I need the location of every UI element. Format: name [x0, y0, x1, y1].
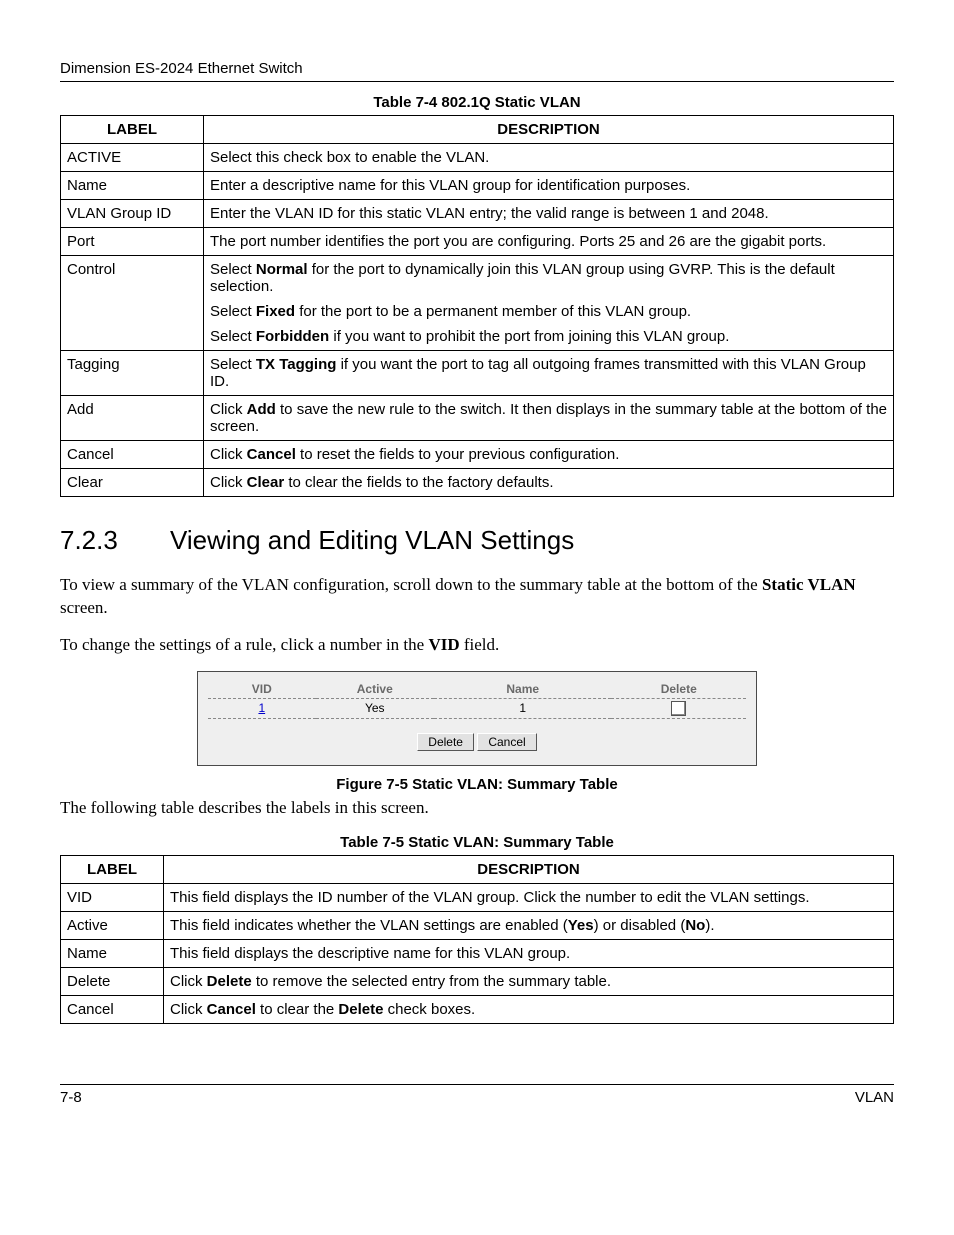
delete-button[interactable]: Delete: [417, 733, 474, 751]
label-cell: Clear: [61, 469, 204, 497]
label-cell: Add: [61, 396, 204, 441]
sum-col-delete: Delete: [611, 680, 746, 699]
footer-section: VLAN: [855, 1089, 894, 1106]
table-row: DeleteClick Delete to remove the selecte…: [61, 968, 894, 996]
table-row: ControlSelect Normal for the port to dyn…: [61, 256, 894, 351]
table-row: VIDThis field displays the ID number of …: [61, 884, 894, 912]
table-row: CancelClick Cancel to reset the fields t…: [61, 441, 894, 469]
description-cell: Select TX Tagging if you want the port t…: [204, 351, 894, 396]
table-7-4-caption: Table 7-4 802.1Q Static VLAN: [60, 94, 894, 111]
active-cell: Yes: [316, 698, 434, 718]
table-row: VLAN Group IDEnter the VLAN ID for this …: [61, 200, 894, 228]
table-row: AddClick Add to save the new rule to the…: [61, 396, 894, 441]
page-number: 7-8: [60, 1089, 82, 1106]
figure-7-5-screenshot: VID Active Name Delete 1 Yes 1 Delete Ca…: [197, 671, 757, 766]
label-cell: VLAN Group ID: [61, 200, 204, 228]
vid-link[interactable]: 1: [258, 701, 265, 715]
col-label: LABEL: [61, 116, 204, 144]
label-cell: ACTIVE: [61, 144, 204, 172]
sum-col-vid: VID: [208, 680, 316, 699]
running-header: Dimension ES-2024 Ethernet Switch: [60, 60, 894, 82]
description-cell: Click Delete to remove the selected entr…: [164, 968, 894, 996]
table-row: NameEnter a descriptive name for this VL…: [61, 172, 894, 200]
description-cell: Enter the VLAN ID for this static VLAN e…: [204, 200, 894, 228]
label-cell: Tagging: [61, 351, 204, 396]
summary-table: VID Active Name Delete 1 Yes 1: [208, 680, 746, 719]
description-cell: Select Normal for the port to dynamicall…: [204, 256, 894, 351]
label-cell: VID: [61, 884, 164, 912]
summary-row: 1 Yes 1: [208, 698, 746, 718]
section-number: 7.2.3: [60, 525, 170, 556]
table-7-4: LABEL DESCRIPTION ACTIVESelect this chec…: [60, 115, 894, 497]
col-label: LABEL: [61, 856, 164, 884]
label-cell: Port: [61, 228, 204, 256]
label-cell: Cancel: [61, 996, 164, 1024]
label-cell: Name: [61, 940, 164, 968]
col-description: DESCRIPTION: [204, 116, 894, 144]
description-cell: Click Cancel to reset the fields to your…: [204, 441, 894, 469]
name-cell: 1: [434, 698, 612, 718]
description-cell: Click Cancel to clear the Delete check b…: [164, 996, 894, 1024]
table-row: ACTIVESelect this check box to enable th…: [61, 144, 894, 172]
description-cell: Click Clear to clear the fields to the f…: [204, 469, 894, 497]
table-row: CancelClick Cancel to clear the Delete c…: [61, 996, 894, 1024]
table-row: ActiveThis field indicates whether the V…: [61, 912, 894, 940]
section-title: Viewing and Editing VLAN Settings: [170, 525, 574, 555]
label-cell: Cancel: [61, 441, 204, 469]
col-description: DESCRIPTION: [164, 856, 894, 884]
label-cell: Delete: [61, 968, 164, 996]
para-2: To change the settings of a rule, click …: [60, 634, 894, 657]
description-cell: Click Add to save the new rule to the sw…: [204, 396, 894, 441]
description-cell: The port number identifies the port you …: [204, 228, 894, 256]
table-7-5: LABEL DESCRIPTION VIDThis field displays…: [60, 855, 894, 1024]
section-heading: 7.2.3Viewing and Editing VLAN Settings: [60, 525, 894, 556]
table-row: ClearClick Clear to clear the fields to …: [61, 469, 894, 497]
table-7-5-caption: Table 7-5 Static VLAN: Summary Table: [60, 834, 894, 851]
label-cell: Control: [61, 256, 204, 351]
description-cell: Enter a descriptive name for this VLAN g…: [204, 172, 894, 200]
sum-col-active: Active: [316, 680, 434, 699]
description-cell: This field displays the descriptive name…: [164, 940, 894, 968]
description-cell: This field displays the ID number of the…: [164, 884, 894, 912]
label-cell: Active: [61, 912, 164, 940]
page-footer: 7-8 VLAN: [60, 1084, 894, 1106]
sum-col-name: Name: [434, 680, 612, 699]
label-cell: Name: [61, 172, 204, 200]
description-cell: This field indicates whether the VLAN se…: [164, 912, 894, 940]
para-1: To view a summary of the VLAN configurat…: [60, 574, 894, 620]
table-row: NameThis field displays the descriptive …: [61, 940, 894, 968]
table-row: TaggingSelect TX Tagging if you want the…: [61, 351, 894, 396]
figure-7-5-caption: Figure 7-5 Static VLAN: Summary Table: [60, 776, 894, 793]
cancel-button[interactable]: Cancel: [477, 733, 536, 751]
description-cell: Select this check box to enable the VLAN…: [204, 144, 894, 172]
delete-checkbox[interactable]: [671, 701, 686, 716]
para-3: The following table describes the labels…: [60, 797, 894, 820]
table-row: PortThe port number identifies the port …: [61, 228, 894, 256]
